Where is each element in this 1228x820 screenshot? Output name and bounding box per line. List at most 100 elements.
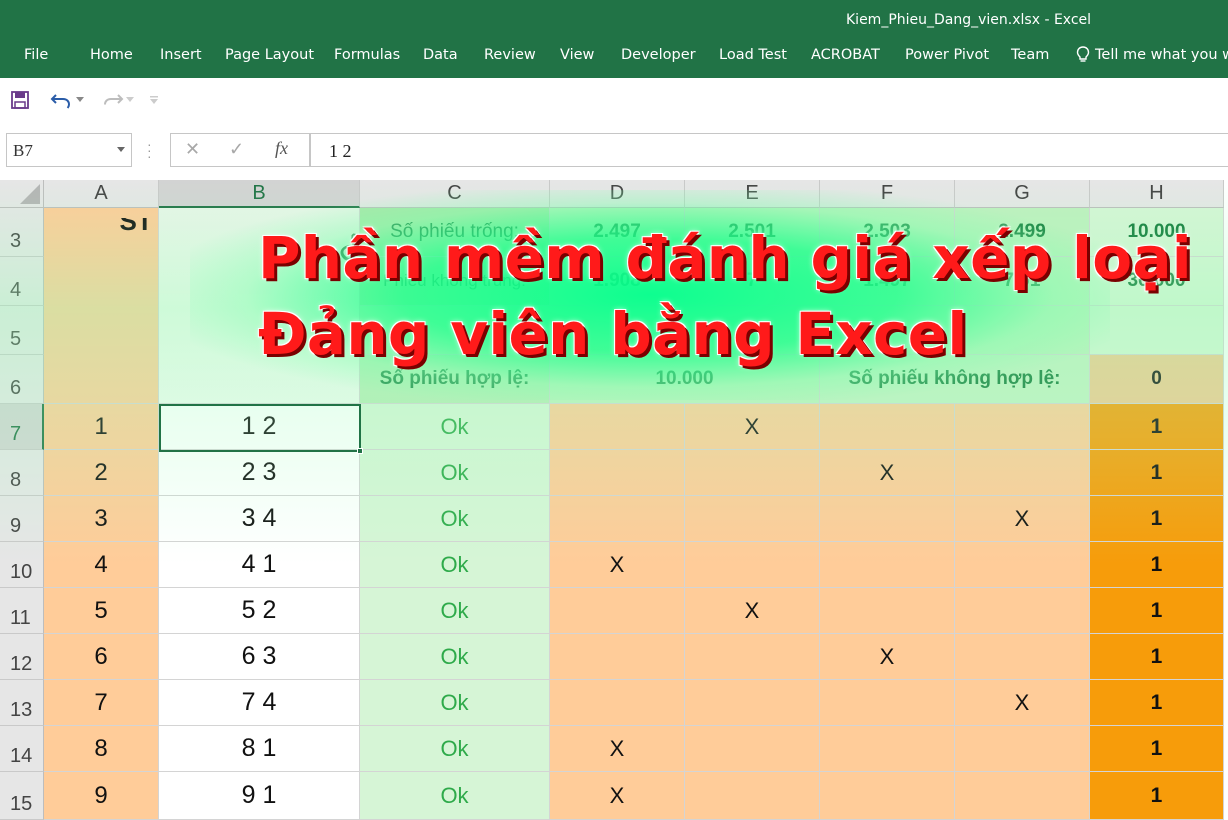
redo-dropdown-icon[interactable] [124,88,136,112]
cell-b10[interactable]: 4 1 [159,542,360,588]
column-header-e[interactable]: E [685,180,820,208]
column-header-a[interactable]: A [44,180,159,208]
row-header-13[interactable]: 13 [0,680,44,726]
cell-d11[interactable] [550,588,685,634]
cell-h14[interactable]: 1 [1090,726,1224,772]
cell-g7[interactable] [955,404,1090,450]
tab-power-pivot[interactable]: Power Pivot [905,47,989,63]
cell-b13[interactable]: 7 4 [159,680,360,726]
row5-h[interactable] [1090,306,1224,355]
cell-a14[interactable]: 8 [44,726,159,772]
cell-e11[interactable]: X [685,588,820,634]
row-header-10[interactable]: 10 [0,542,44,588]
cell-c9[interactable]: Ok [360,496,550,542]
cell-e15[interactable] [685,772,820,820]
cell-b12[interactable]: 6 3 [159,634,360,680]
cell-b7[interactable]: 1 2 [159,404,360,450]
cell-e14[interactable] [685,726,820,772]
row-header-11[interactable]: 11 [0,588,44,634]
redo-icon[interactable] [100,88,124,112]
chevron-down-icon[interactable] [117,147,125,152]
cell-c12[interactable]: Ok [360,634,550,680]
name-box[interactable]: B7 [6,133,132,167]
cell-g9[interactable]: X [955,496,1090,542]
cell-c13[interactable]: Ok [360,680,550,726]
column-header-f[interactable]: F [820,180,955,208]
cell-e9[interactable] [685,496,820,542]
cell-f11[interactable] [820,588,955,634]
cell-a13[interactable]: 7 [44,680,159,726]
cell-d13[interactable] [550,680,685,726]
cell-f12[interactable]: X [820,634,955,680]
row-header-9[interactable]: 9 [0,496,44,542]
cell-g13[interactable]: X [955,680,1090,726]
cell-h7[interactable]: 1 [1090,404,1224,450]
tab-team[interactable]: Team [1011,47,1049,63]
cell-f9[interactable] [820,496,955,542]
tell-me-search[interactable]: Tell me what you wa [1076,46,1228,64]
formula-input[interactable]: 1 2 [310,133,1228,167]
customize-toolbar-icon[interactable] [148,88,160,112]
row-header-8[interactable]: 8 [0,450,44,496]
cancel-icon[interactable]: ✕ [185,139,200,160]
cell-h15[interactable]: 1 [1090,772,1224,820]
cell-d15[interactable]: X [550,772,685,820]
cell-h12[interactable]: 1 [1090,634,1224,680]
tab-insert[interactable]: Insert [160,47,202,63]
row-header-5[interactable]: 5 [0,306,44,355]
cell-d7[interactable] [550,404,685,450]
column-header-c[interactable]: C [360,180,550,208]
tab-load-test[interactable]: Load Test [719,47,787,63]
cell-e13[interactable] [685,680,820,726]
row-header-6[interactable]: 6 [0,355,44,404]
cell-f15[interactable] [820,772,955,820]
tab-formulas[interactable]: Formulas [334,47,400,63]
cell-f8[interactable]: X [820,450,955,496]
cell-e8[interactable] [685,450,820,496]
cell-g15[interactable] [955,772,1090,820]
cell-a12[interactable]: 6 [44,634,159,680]
cell-c14[interactable]: Ok [360,726,550,772]
cell-c7[interactable]: Ok [360,404,550,450]
tab-review[interactable]: Review [484,47,536,63]
tab-view[interactable]: View [560,47,594,63]
cell-a9[interactable]: 3 [44,496,159,542]
cell-d8[interactable] [550,450,685,496]
row-header-14[interactable]: 14 [0,726,44,772]
insert-function-button[interactable]: fx [275,138,288,159]
row-header-12[interactable]: 12 [0,634,44,680]
cell-d14[interactable]: X [550,726,685,772]
cell-a15[interactable]: 9 [44,772,159,820]
cell-d12[interactable] [550,634,685,680]
cell-c8[interactable]: Ok [360,450,550,496]
cell-a3-merged[interactable]: STT [44,208,159,404]
cell-d9[interactable] [550,496,685,542]
tab-home[interactable]: Home [90,47,133,63]
cell-f7[interactable] [820,404,955,450]
undo-dropdown-icon[interactable] [74,88,86,112]
save-icon[interactable] [8,88,32,112]
cell-c10[interactable]: Ok [360,542,550,588]
cell-f14[interactable] [820,726,955,772]
row-header-7[interactable]: 7 [0,404,44,450]
row-header-15[interactable]: 15 [0,772,44,820]
cell-b8[interactable]: 2 3 [159,450,360,496]
cell-e7[interactable]: X [685,404,820,450]
cell-a10[interactable]: 4 [44,542,159,588]
cell-g14[interactable] [955,726,1090,772]
more-options-icon[interactable]: · · · [147,137,152,163]
column-header-g[interactable]: G [955,180,1090,208]
select-all-button[interactable] [0,180,44,208]
cell-a8[interactable]: 2 [44,450,159,496]
tab-acrobat[interactable]: ACROBAT [811,47,880,63]
column-header-h[interactable]: H [1090,180,1224,208]
cell-e12[interactable] [685,634,820,680]
undo-icon[interactable] [50,88,74,112]
cell-g11[interactable] [955,588,1090,634]
cell-d10[interactable]: X [550,542,685,588]
cell-b11[interactable]: 5 2 [159,588,360,634]
enter-icon[interactable]: ✓ [229,139,244,160]
cell-g8[interactable] [955,450,1090,496]
cell-f10[interactable] [820,542,955,588]
tab-developer[interactable]: Developer [621,47,696,63]
